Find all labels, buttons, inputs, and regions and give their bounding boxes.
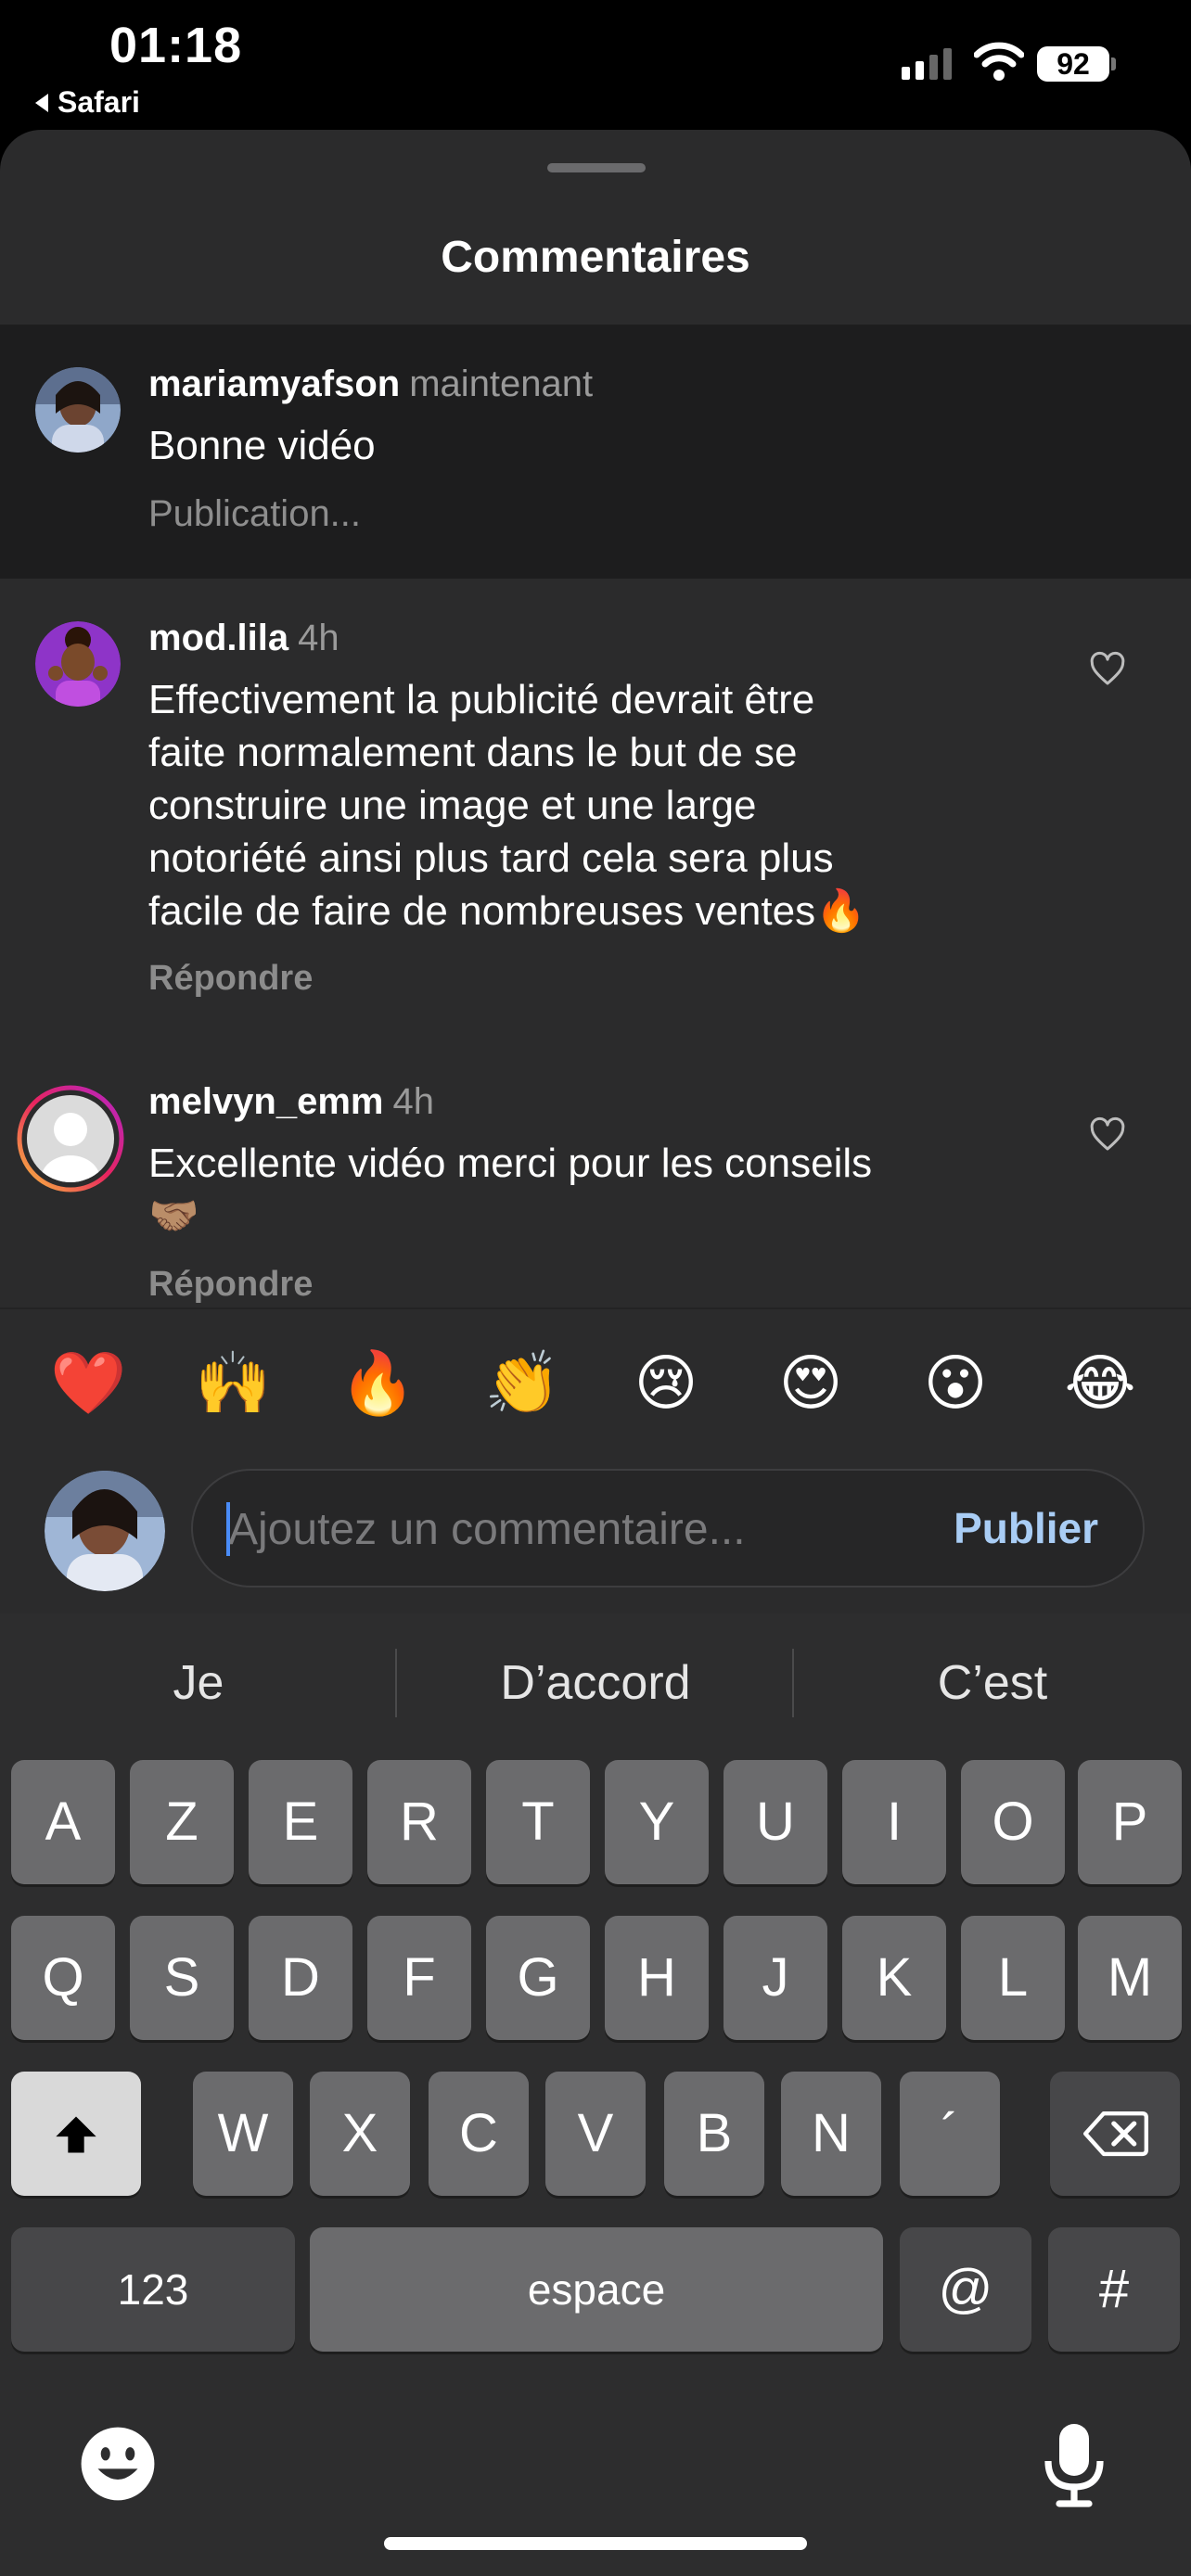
key-accent[interactable]: ´ [900, 2072, 1000, 2196]
key-s[interactable]: S [130, 1916, 234, 2040]
key-u[interactable]: U [724, 1760, 827, 1884]
emoji-laughing[interactable]: 😂 [1063, 1346, 1137, 1421]
status-time: 01:18 [109, 18, 243, 73]
back-label: Safari [58, 85, 140, 119]
sheet-title: Commentaires [441, 233, 750, 282]
sheet-grabber[interactable] [547, 163, 646, 172]
publish-button[interactable]: Publier [954, 1471, 1098, 1586]
key-k[interactable]: K [842, 1916, 946, 2040]
pending-comment-text: Bonne vidéo [148, 423, 376, 468]
comment-time: 4h [298, 618, 339, 658]
comment-input[interactable] [226, 1471, 935, 1588]
key-a[interactable]: A [11, 1760, 115, 1884]
delete-backspace-icon [1083, 2111, 1148, 2157]
key-y[interactable]: Y [605, 1760, 709, 1884]
shift-key[interactable] [11, 2072, 141, 2196]
heart-outline-icon[interactable] [1089, 651, 1126, 688]
shift-arrow-icon [56, 2116, 96, 2153]
key-g[interactable]: G [486, 1916, 590, 2040]
comment-text: Effectivement la publicité devrait être … [148, 673, 1039, 937]
comment-username[interactable]: mod.lila [148, 618, 288, 658]
key-m[interactable]: M [1078, 1916, 1182, 2040]
comment-time: 4h [392, 1081, 434, 1122]
key-d[interactable]: D [249, 1916, 352, 2040]
comment-line: Effectivement la publicité devrait être [148, 677, 815, 722]
pending-status: Publication... [148, 493, 362, 534]
key-o[interactable]: O [961, 1760, 1065, 1884]
mod-lila-avatar[interactable] [35, 621, 121, 707]
battery-level: 92 [1037, 46, 1109, 82]
emoji-heart[interactable]: ❤️ [50, 1346, 126, 1421]
suggestion-3[interactable]: C’est [794, 1641, 1191, 1725]
suggestion-2[interactable]: D’accord [397, 1641, 794, 1725]
reply-button[interactable]: Répondre [148, 959, 313, 999]
emoji-crying[interactable]: 😢 [629, 1346, 703, 1421]
pending-comment-header: mariamyafson maintenant [148, 363, 593, 405]
reply-button[interactable]: Répondre [148, 1265, 313, 1305]
microphone-icon[interactable] [1037, 2420, 1111, 2509]
at-key[interactable]: @ [900, 2227, 1031, 2352]
key-i[interactable]: I [842, 1760, 946, 1884]
comment-line: construire une image et une large [148, 783, 757, 828]
numbers-key[interactable]: 123 [11, 2227, 295, 2352]
comment-header: mod.lila 4h [148, 618, 339, 659]
comment-line: facile de faire de nombreuses ventes🔥 [148, 888, 866, 934]
battery-cap [1111, 57, 1116, 70]
emoji-raised-hands[interactable]: 🙌 [195, 1346, 271, 1421]
key-x[interactable]: X [310, 2072, 410, 2196]
mariamyafson-avatar[interactable] [35, 367, 121, 453]
wifi-icon [974, 42, 1024, 81]
current-user-avatar [45, 1471, 165, 1591]
key-n[interactable]: N [781, 2072, 881, 2196]
comment-line: notoriété ainsi plus tard cela sera plus [148, 835, 834, 881]
key-l[interactable]: L [961, 1916, 1065, 2040]
text-caret [226, 1502, 230, 1556]
emoji-heart-eyes[interactable]: 😍 [774, 1346, 848, 1421]
pending-time: maintenant [409, 363, 594, 404]
suggestion-1[interactable]: Je [0, 1641, 397, 1725]
key-h[interactable]: H [605, 1916, 709, 2040]
delete-key[interactable] [1050, 2072, 1180, 2196]
comment-username[interactable]: melvyn_emm [148, 1081, 383, 1122]
key-w[interactable]: W [193, 2072, 293, 2196]
emoji-face-icon[interactable] [78, 2424, 158, 2504]
key-e[interactable]: E [249, 1760, 352, 1884]
key-p[interactable]: P [1078, 1760, 1182, 1884]
key-q[interactable]: Q [11, 1916, 115, 2040]
back-to-safari[interactable]: Safari [35, 85, 140, 120]
key-b[interactable]: B [664, 2072, 764, 2196]
space-key[interactable]: espace [310, 2227, 883, 2352]
key-j[interactable]: J [724, 1916, 827, 2040]
emoji-fire[interactable]: 🔥 [339, 1346, 416, 1421]
key-v[interactable]: V [545, 2072, 646, 2196]
heart-outline-icon[interactable] [1089, 1116, 1126, 1154]
comment-composer: Publier [191, 1469, 1145, 1588]
comment-text: Excellente vidéo merci pour les conseils… [148, 1137, 1039, 1243]
emoji-clap[interactable]: 👏 [484, 1346, 560, 1421]
emoji-surprised[interactable]: 😮 [918, 1346, 992, 1421]
key-f[interactable]: F [367, 1916, 471, 2040]
key-c[interactable]: C [429, 2072, 529, 2196]
comment-line: 🤝🏽 [148, 1193, 199, 1239]
key-z[interactable]: Z [130, 1760, 234, 1884]
comment-line: Excellente vidéo merci pour les conseils [148, 1141, 873, 1186]
hash-key[interactable]: # [1048, 2227, 1180, 2352]
key-t[interactable]: T [486, 1760, 590, 1884]
home-indicator [384, 2537, 807, 2550]
cellular-signal-icon [902, 48, 952, 80]
key-r[interactable]: R [367, 1760, 471, 1884]
emoji-reaction-bar [0, 1307, 1191, 1476]
melvyn-emm-avatar[interactable] [17, 1085, 124, 1192]
comment-line: faite normalement dans le but de se [148, 730, 798, 775]
comment-header: melvyn_emm 4h [148, 1081, 434, 1123]
back-arrow-icon [35, 93, 48, 112]
pending-username[interactable]: mariamyafson [148, 363, 400, 404]
